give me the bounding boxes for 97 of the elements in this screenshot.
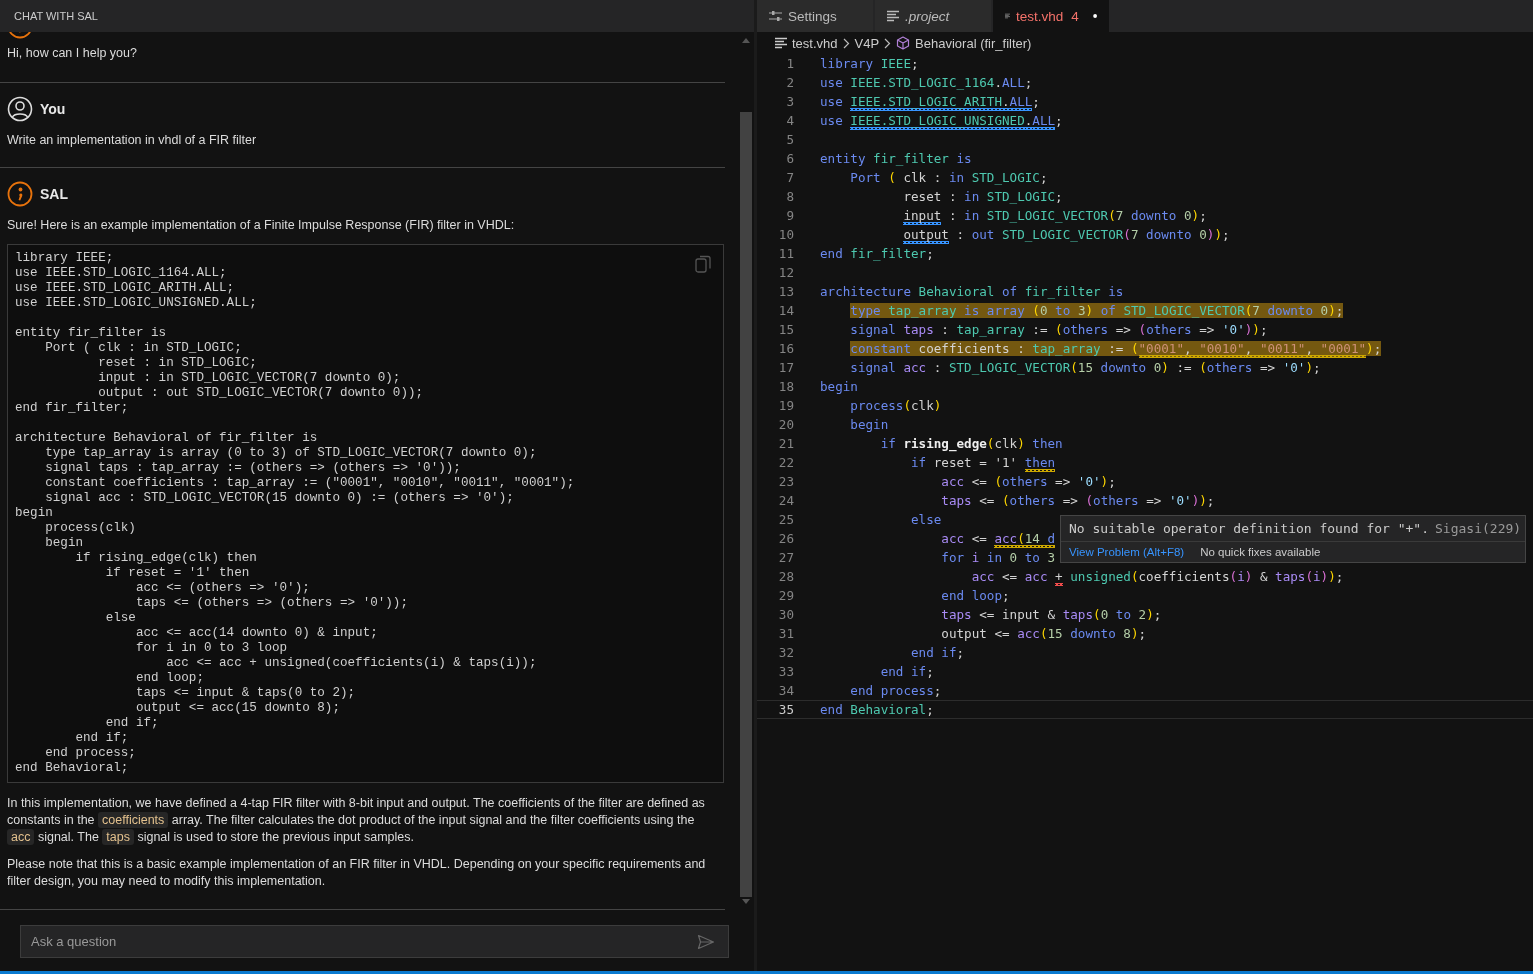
code-line: for i in 0 to 3	[940, 550, 1056, 565]
code-line: process(clk)	[849, 398, 942, 413]
message-text: Hi, how can I help you?	[7, 45, 138, 62]
line-number: 30	[777, 607, 794, 622]
message-text: Sure! Here is an example implementation of a Finite Impulse Response (FIR) filter in VHDL:	[7, 217, 516, 234]
breadcrumb-item[interactable]: test.vhd	[792, 35, 838, 51]
line-number: 28	[777, 569, 794, 584]
code-text: library IEEE; use IEEE.STD_LOGIC_1164.ALL; use IEEE.STD_LOGIC_ARITH.ALL; use IEEE.STD_LOGIC_UNSIGNED.ALL; entity fir_filter is Port ( clk : in STD_LOGIC; reset : in STD_LOGIC; input : in STD_LOGIC_VECTOR(7 downto 0); output : out STD_LOGIC_VECTOR(7 downto 0)); end fir_filter; architecture Behavioral of fir_filter is type tap_array is array (0 to 3) of STD_LOGIC_VECTOR(7 downto 0); signal taps : tap_array := (others => (others => '0')); constant coefficients : tap_array := ("0001", "0010", "0011", "0001"); signal acc : STD_LOGIC_VECTOR(15 downto 0) := (others => '0'); begin process(clk) begin if rising_edge(clk) then if reset = '1' then acc <= (others => '0'); taps <= (others => (others => '0')); else acc <= acc(14 downto 0) & input; for i in 0 to 3 loop acc <= acc + unsigned(coefficients(i) & taps(i)); end loop; taps <= input & taps(0 to 2); output <= acc(15 downto 8); end if; end if; end process; end Behavioral;	[15, 251, 576, 776]
code-line: taps <= input & taps(0 to 2);	[940, 607, 1162, 622]
code-line: end if;	[879, 664, 934, 679]
author-name: You	[40, 101, 66, 117]
line-number: 19	[777, 398, 794, 413]
line-number: 21	[777, 436, 794, 451]
code-line: Port ( clk : in STD_LOGIC;	[849, 170, 1048, 185]
copy-icon[interactable]	[695, 255, 711, 273]
error-source: Sigasi(229)	[1435, 521, 1522, 536]
line-number: 32	[777, 645, 794, 660]
line-number: 5	[785, 132, 794, 147]
scroll-up-icon[interactable]	[742, 38, 750, 43]
line-number: 6	[785, 151, 794, 166]
code-line: input : in STD_LOGIC_VECTOR(7 downto 0);	[902, 208, 1207, 223]
editor-tab[interactable]: .project	[875, 0, 991, 32]
line-number: 16	[777, 341, 794, 356]
line-number: 12	[777, 265, 794, 280]
editor-tab[interactable]: test.vhd 4	[993, 0, 1109, 32]
line-number: 35	[777, 702, 794, 717]
code-line: end fir_filter;	[820, 246, 934, 261]
code-line: else	[910, 512, 942, 527]
line-number: 11	[777, 246, 794, 261]
line-number: 27	[777, 550, 794, 565]
message-text: In this implementation, we have defined a 4-tap FIR filter with 8-bit input and output. The coefficients of the filter are defined as constants in the coefficients array. The filter calculates the dot product of the input signal and the filter coefficients using the acc signal. The taps signal is used to store the previous input samples.	[7, 795, 706, 846]
breadcrumb-item[interactable]: Behavioral (fir_filter)	[915, 35, 1032, 51]
quick-fix-note: No quick fixes available	[1200, 546, 1321, 558]
code-line: end Behavioral;	[820, 702, 934, 717]
line-number: 9	[785, 208, 794, 223]
code-line: reset : in STD_LOGIC;	[902, 189, 1063, 204]
editor-tab[interactable]: Settings	[757, 0, 873, 32]
code-line: end process;	[849, 683, 942, 698]
line-number: 34	[777, 683, 794, 698]
code-line: acc <= acc + unsigned(coefficients(i) & taps(i));	[970, 569, 1344, 584]
line-number: 10	[777, 227, 794, 242]
panel-title: CHAT WITH SAL	[14, 10, 98, 22]
line-number: 25	[777, 512, 794, 527]
line-number: 3	[785, 94, 794, 109]
code-line: type tap_array is array (0 to 3) of STD_LOGIC_VECTOR(7 downto 0);	[849, 303, 1344, 318]
cube-icon	[896, 36, 911, 50]
code-line: if rising_edge(clk) then	[879, 436, 1063, 451]
code-line: acc <= (others => '0');	[940, 474, 1116, 489]
send-icon[interactable]	[697, 934, 715, 950]
code-line: entity fir_filter is	[820, 151, 972, 166]
code-line: acc <= acc(14 d	[940, 531, 1056, 546]
problem-count: 4	[1071, 8, 1079, 24]
code-line: signal taps : tap_array := (others => (others => '0'));	[849, 322, 1268, 337]
line-number: 15	[777, 322, 794, 337]
author-name: SAL	[40, 186, 68, 202]
line-number: 33	[777, 664, 794, 679]
message-text: Write an implementation in vhdl of a FIR filter	[7, 132, 258, 149]
code-line: use IEEE.STD_LOGIC_UNSIGNED.ALL;	[820, 113, 1063, 128]
line-number: 14	[777, 303, 794, 318]
question-field[interactable]: Ask a question	[20, 925, 729, 958]
code-line: signal acc : STD_LOGIC_VECTOR(15 downto 0) := (others => '0');	[849, 360, 1321, 375]
code-line: if reset = '1' then	[910, 455, 1056, 470]
error-message: No suitable operator definition found for "+".	[1069, 521, 1430, 536]
view-problem-link[interactable]: View Problem (Alt+F8)	[1069, 546, 1185, 558]
chevron-icon	[884, 37, 892, 49]
line-number: 18	[777, 379, 794, 394]
code-line: use IEEE.STD_LOGIC_1164.ALL;	[820, 75, 1033, 90]
line-number: 13	[777, 284, 794, 299]
line-number: 20	[777, 417, 794, 432]
line-number: 31	[777, 626, 794, 641]
chevron-icon	[842, 37, 850, 49]
sliders-icon	[769, 10, 782, 22]
line-number: 1	[785, 56, 794, 71]
code-line: use IEEE.STD_LOGIC_ARITH.ALL;	[820, 94, 1040, 109]
code-line: end loop;	[940, 588, 1010, 603]
breadcrumb-item[interactable]: V4P	[854, 35, 880, 51]
code-line: constant coefficients : tap_array := ("0001", "0010", "0011", "0001");	[849, 341, 1382, 356]
line-number: 22	[777, 455, 794, 470]
line-number: 4	[785, 113, 794, 128]
line-number: 8	[785, 189, 794, 204]
code-line: architecture Behavioral of fir_filter is	[820, 284, 1124, 299]
code-line: begin	[820, 379, 858, 394]
scroll-down-icon[interactable]	[742, 899, 750, 904]
message-text: Please note that this is a basic example implementation of an FIR filter in VHDL. Depending on your specific requirements and filter design, you may need to modify this implementation.	[7, 856, 707, 890]
line-number: 29	[777, 588, 794, 603]
code-line: library IEEE;	[820, 56, 919, 71]
line-number: 23	[777, 474, 794, 489]
code-line: output <= acc(15 downto 8);	[940, 626, 1147, 641]
line-number: 2	[785, 75, 794, 90]
line-number: 26	[777, 531, 794, 546]
line-number: 24	[777, 493, 794, 508]
code-line: taps <= (others => (others => '0'));	[940, 493, 1215, 508]
line-number: 17	[777, 360, 794, 375]
code-line: output : out STD_LOGIC_VECTOR(7 downto 0));	[902, 227, 1230, 242]
line-number: 7	[785, 170, 794, 185]
code-line: end if;	[910, 645, 965, 660]
code-line: begin	[849, 417, 889, 432]
